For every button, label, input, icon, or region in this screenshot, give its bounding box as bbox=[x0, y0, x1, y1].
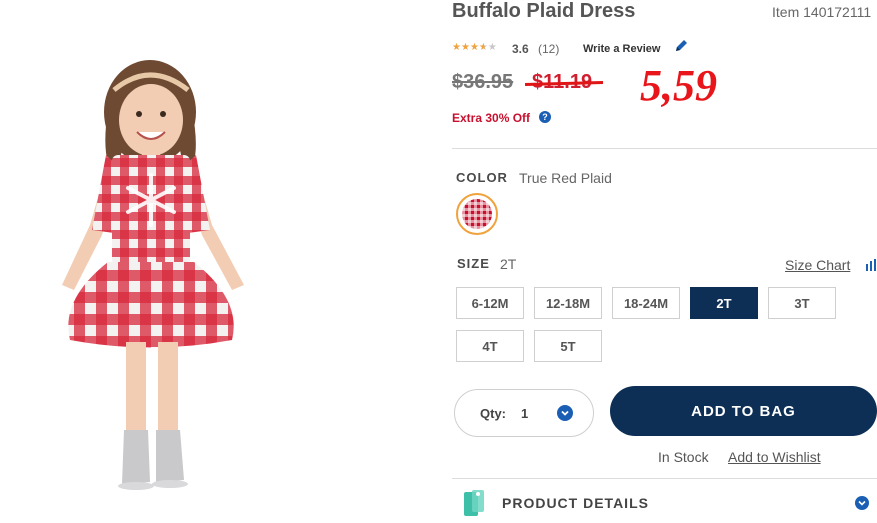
quantity-label: Qty: bbox=[480, 406, 506, 421]
size-option-5t[interactable]: 5T bbox=[534, 330, 602, 362]
help-icon[interactable]: ? bbox=[539, 111, 551, 123]
color-swatch[interactable] bbox=[456, 193, 498, 235]
product-image[interactable] bbox=[30, 50, 280, 500]
divider bbox=[452, 478, 877, 479]
star-icon: ★ bbox=[452, 42, 461, 53]
size-option-6-12m[interactable]: 6-12M bbox=[456, 287, 524, 319]
chevron-down-icon[interactable] bbox=[557, 405, 573, 421]
original-price: $36.95 bbox=[452, 71, 514, 93]
size-option-18-24m[interactable]: 18-24M bbox=[612, 287, 680, 319]
chevron-down-icon[interactable] bbox=[855, 496, 869, 510]
review-count[interactable]: (12) bbox=[538, 42, 559, 56]
size-value: 2T bbox=[500, 256, 517, 272]
color-value: True Red Plaid bbox=[519, 170, 612, 186]
color-label: COLOR bbox=[456, 170, 508, 185]
add-to-bag-button[interactable]: ADD TO BAG bbox=[610, 386, 877, 436]
bar-chart-icon[interactable] bbox=[866, 258, 877, 276]
star-rating[interactable]: ★ ★ ★ ★ ★ bbox=[452, 42, 497, 54]
star-half-icon: ★ bbox=[478, 42, 488, 53]
handwritten-price: 5,59 bbox=[640, 61, 717, 110]
extra-offer-text: Extra 30% Off bbox=[452, 111, 531, 125]
divider bbox=[452, 148, 877, 149]
star-icon: ★ bbox=[487, 42, 497, 53]
size-option-3t[interactable]: 3T bbox=[768, 287, 836, 319]
write-review-link[interactable]: Write a Review bbox=[583, 43, 660, 55]
plaid-swatch-image bbox=[462, 199, 492, 229]
hanger-tag-icon bbox=[462, 488, 488, 523]
size-option-12-18m[interactable]: 12-18M bbox=[534, 287, 602, 319]
quantity-value: 1 bbox=[521, 406, 529, 421]
size-label: SIZE bbox=[457, 256, 490, 271]
product-details-toggle[interactable]: PRODUCT DETAILS bbox=[502, 495, 649, 511]
pencil-icon[interactable] bbox=[673, 38, 689, 59]
product-title: Buffalo Plaid Dress bbox=[452, 0, 636, 22]
stock-status: In Stock bbox=[658, 449, 709, 465]
quantity-selector[interactable]: Qty: 1 bbox=[454, 389, 594, 437]
item-number: Item 140172111 bbox=[772, 4, 872, 20]
size-chart-link[interactable]: Size Chart bbox=[785, 257, 850, 273]
star-icon: ★ bbox=[460, 42, 470, 53]
rating-value: 3.6 bbox=[512, 42, 529, 56]
star-icon: ★ bbox=[469, 42, 479, 53]
size-option-4t[interactable]: 4T bbox=[456, 330, 524, 362]
size-option-2t[interactable]: 2T bbox=[690, 287, 758, 319]
add-to-wishlist-link[interactable]: Add to Wishlist bbox=[728, 449, 821, 465]
